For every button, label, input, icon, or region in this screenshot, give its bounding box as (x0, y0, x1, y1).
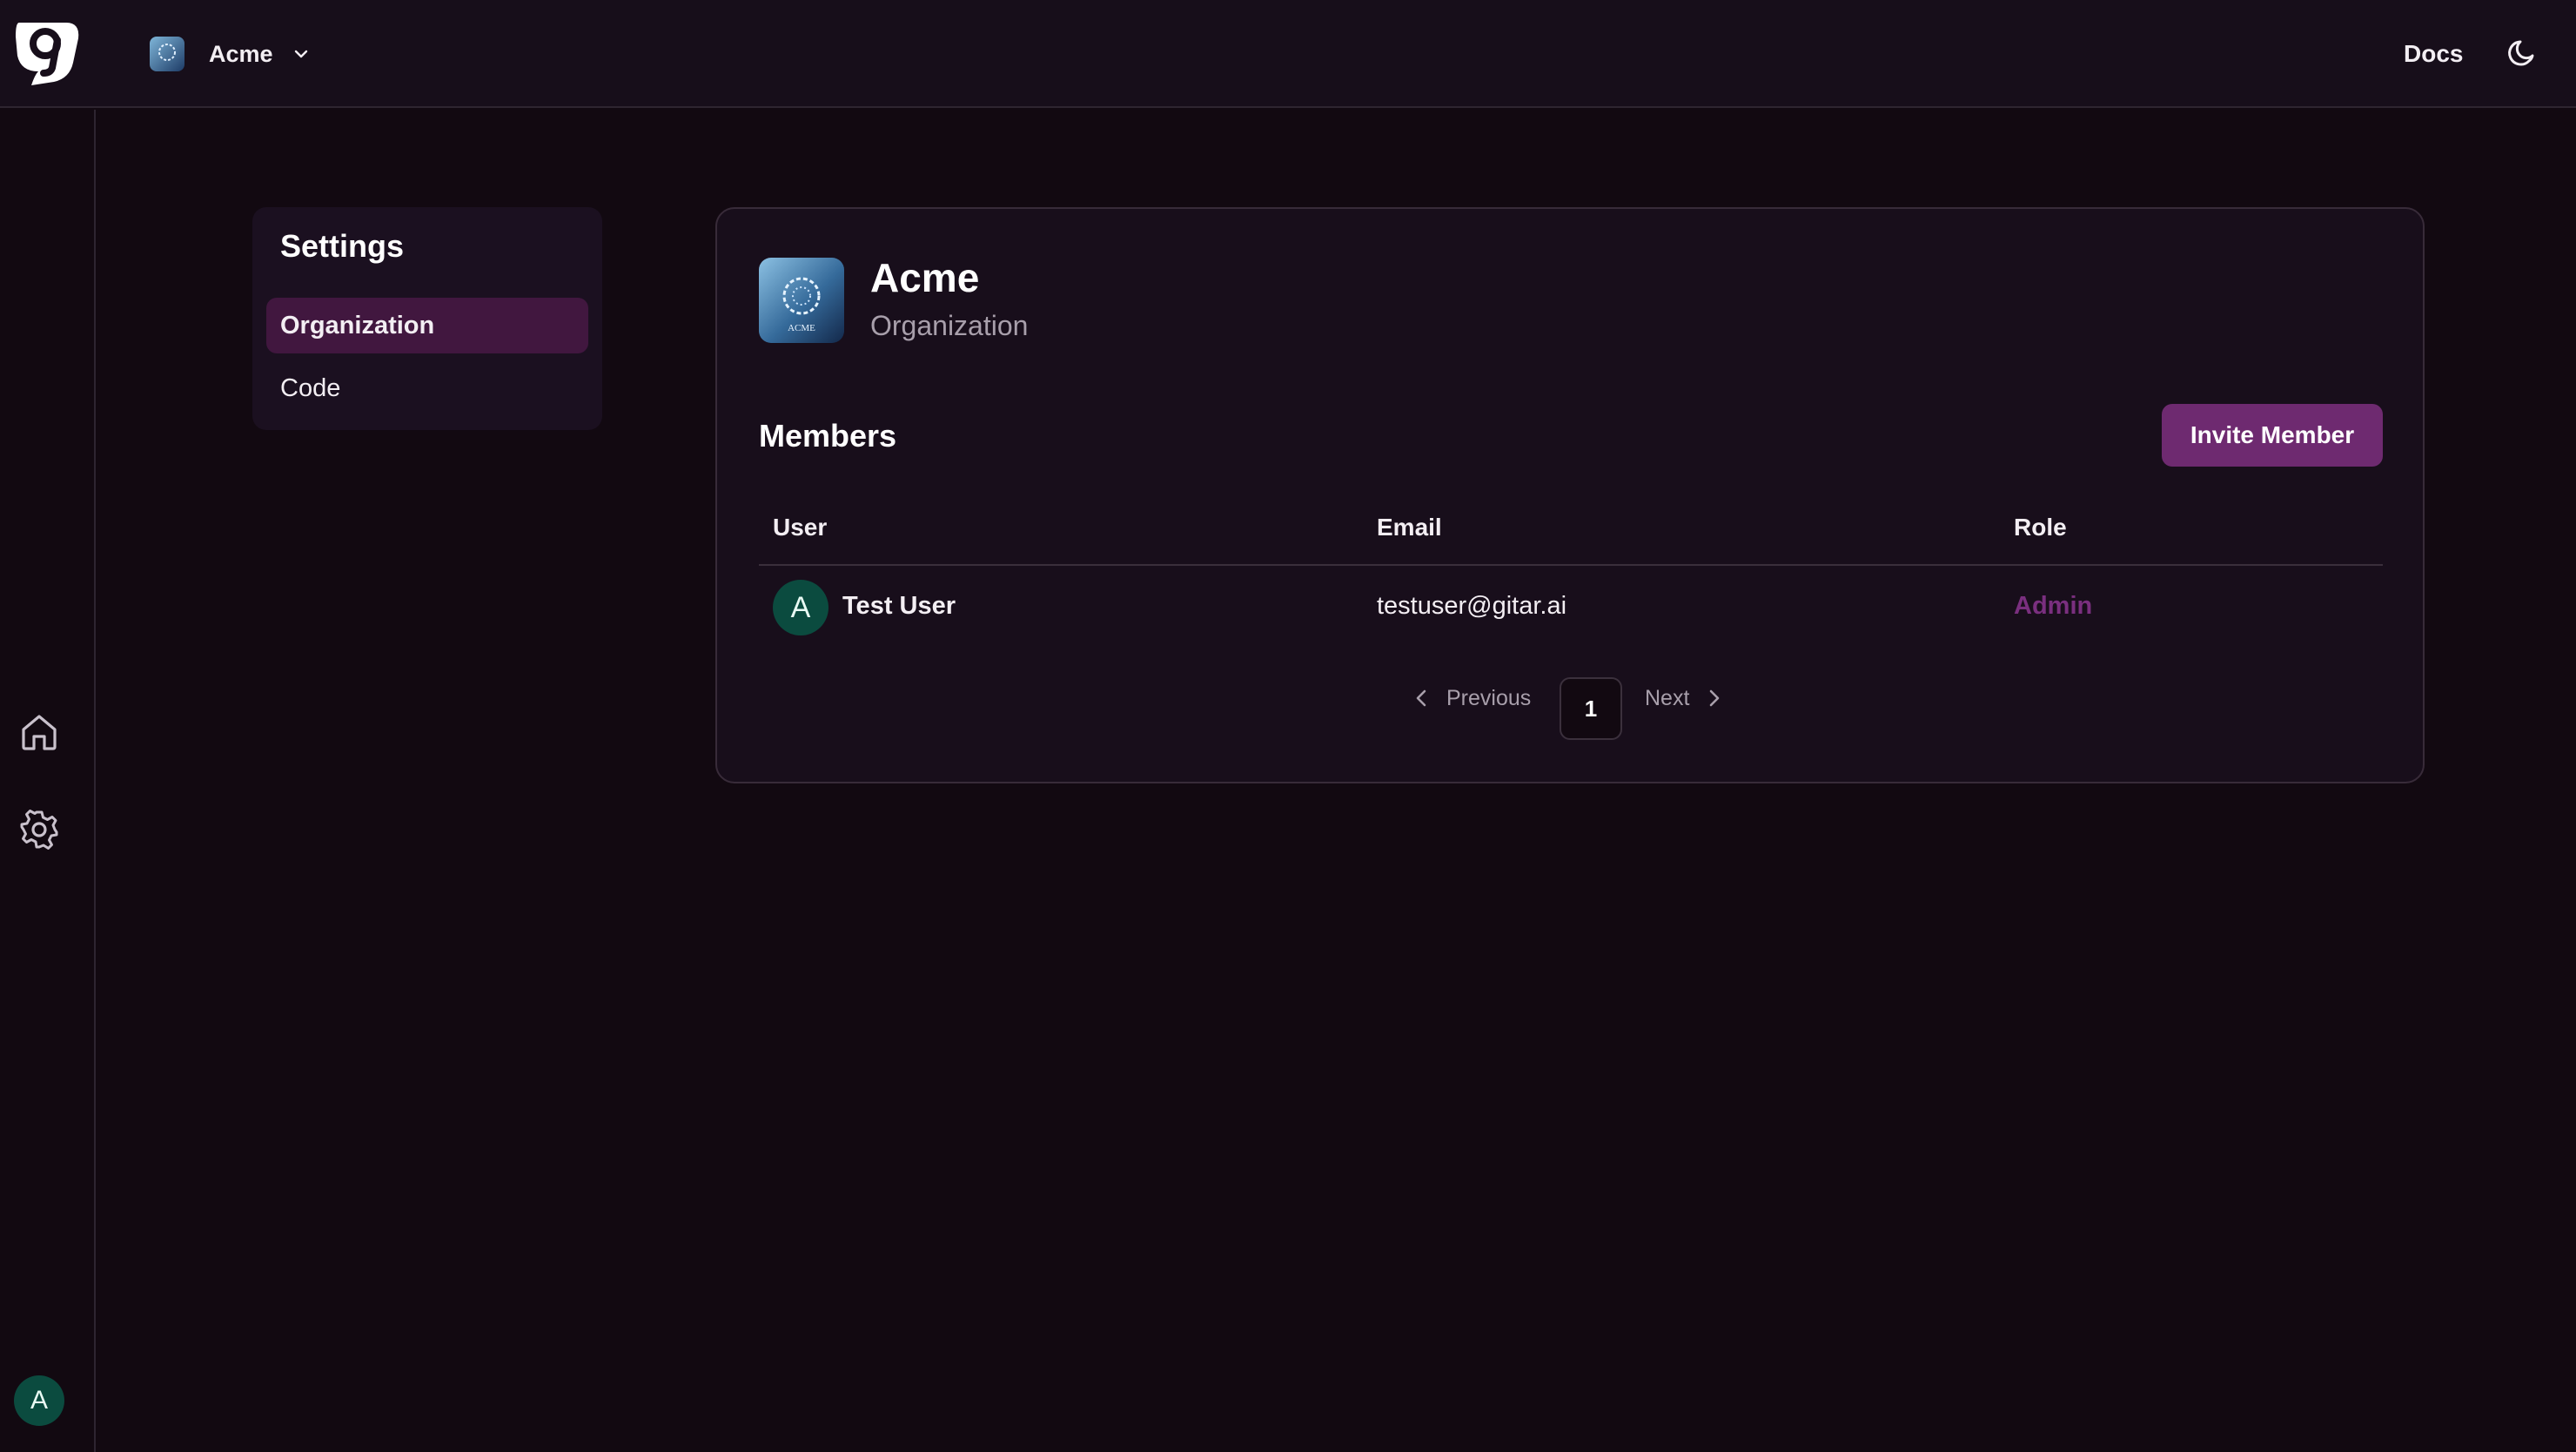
members-heading: Members (759, 418, 897, 454)
home-icon[interactable] (17, 710, 61, 754)
invite-member-button[interactable]: Invite Member (2162, 404, 2383, 467)
side-rail: A (0, 110, 96, 1452)
organization-card: ACME Acme Organization Members Invite Me… (715, 207, 2425, 783)
org-switcher[interactable]: Acme (150, 35, 312, 73)
table-header-divider (759, 564, 2383, 566)
column-header-role: Role (2014, 514, 2067, 541)
pagination-previous-label: Previous (1446, 685, 1532, 710)
org-thumbnail (150, 37, 184, 71)
nav-item-organization[interactable]: Organization (266, 298, 588, 353)
settings-title: Settings (280, 228, 405, 264)
member-role[interactable]: Admin (2014, 592, 2092, 621)
pagination-next-label: Next (1645, 685, 1690, 710)
pagination-previous[interactable]: Previous (1410, 679, 1531, 717)
pagination-page-current[interactable]: 1 (1560, 677, 1622, 740)
member-name: Test User (842, 592, 956, 620)
column-header-user: User (773, 514, 828, 541)
nav-item-code[interactable]: Code (266, 360, 588, 416)
member-email: testuser@gitar.ai (1377, 592, 1567, 620)
pagination-next[interactable]: Next (1645, 679, 1726, 717)
column-header-email: Email (1377, 514, 1442, 541)
settings-nav: Settings Organization Code (252, 207, 602, 430)
top-bar: Acme Docs (0, 0, 2576, 108)
org-subtitle: Organization (870, 310, 1029, 341)
moon-icon[interactable] (2503, 35, 2541, 73)
org-avatar-text: ACME (788, 323, 815, 333)
member-avatar: A (773, 580, 828, 635)
docs-link[interactable]: Docs (2404, 35, 2463, 73)
org-name: Acme (209, 40, 273, 67)
chevron-left-icon (1416, 689, 1426, 707)
gitar-logo-icon[interactable] (12, 17, 84, 87)
gear-icon[interactable] (17, 808, 61, 851)
chevron-right-icon (1710, 689, 1720, 707)
org-avatar: ACME (759, 258, 844, 343)
chevron-down-icon (294, 50, 307, 58)
org-title: Acme (870, 255, 980, 300)
user-avatar[interactable]: A (14, 1375, 64, 1426)
